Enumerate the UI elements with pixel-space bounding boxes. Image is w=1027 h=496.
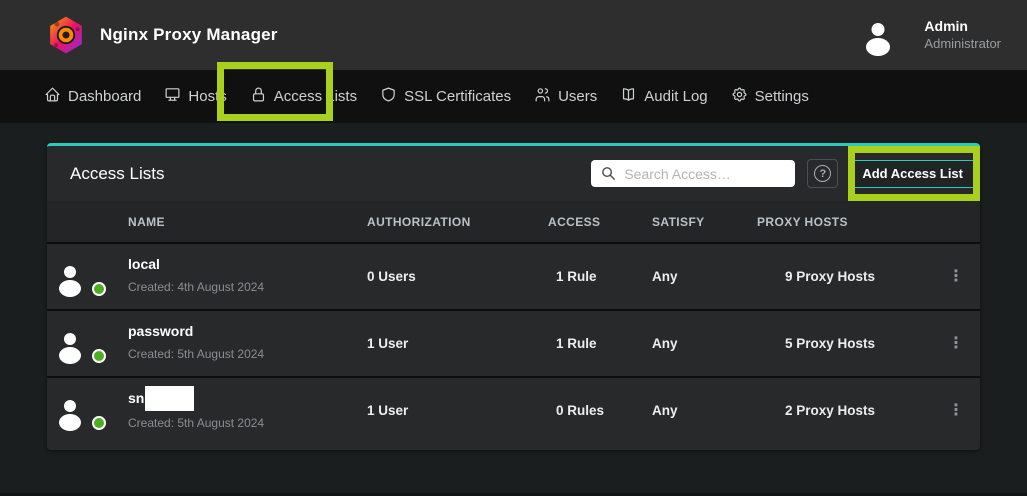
satisfy-value: Any (652, 403, 757, 418)
access-value: 1 Rule (548, 269, 652, 284)
access-value: 0 Rules (548, 403, 652, 418)
app-title: Nginx Proxy Manager (100, 25, 278, 45)
access-list-name: sn (128, 388, 144, 409)
nav-item-audit-log[interactable]: Audit Log (620, 86, 707, 107)
row-menu-icon[interactable]: ⋮ (948, 403, 980, 419)
column-header-access: ACCESS (548, 215, 652, 229)
proxy-hosts-value: 9 Proxy Hosts (757, 269, 948, 284)
search-input[interactable] (591, 160, 795, 187)
nav-label: SSL Certificates (404, 88, 511, 105)
proxy-hosts-value: 2 Proxy Hosts (757, 403, 948, 418)
row-menu-icon[interactable]: ⋮ (948, 269, 980, 285)
created-date: Created: 5th August 2024 (128, 416, 264, 430)
user-role: Administrator (924, 36, 1001, 52)
satisfy-value: Any (652, 336, 757, 351)
access-value: 1 Rule (548, 336, 652, 351)
app-header: Nginx Proxy Manager Admin Administrator (0, 0, 1027, 70)
help-button[interactable]: ? (807, 159, 838, 188)
satisfy-value: Any (652, 269, 757, 284)
created-date: Created: 4th August 2024 (128, 280, 264, 294)
column-header-name: NAME (47, 215, 367, 229)
nav-item-hosts[interactable]: Hosts (164, 86, 226, 107)
access-lists-panel: Access Lists ? Add Access List NAME AUTH… (47, 143, 980, 450)
user-menu[interactable]: Admin Administrator (878, 17, 1001, 53)
user-name: Admin (924, 18, 1001, 36)
authorization-value: 0 Users (367, 269, 548, 284)
column-header-proxy-hosts: PROXY HOSTS (757, 215, 948, 229)
page-title: Access Lists (70, 164, 164, 184)
nav-item-dashboard[interactable]: Dashboard (44, 86, 141, 107)
proxy-hosts-value: 5 Proxy Hosts (757, 336, 948, 351)
online-status-dot (92, 282, 106, 296)
nav-label: Settings (755, 88, 809, 105)
column-header-authorization: AUTHORIZATION (367, 215, 548, 229)
home-icon (44, 86, 61, 107)
add-access-list-button[interactable]: Add Access List (848, 160, 977, 188)
created-date: Created: 5th August 2024 (128, 347, 264, 361)
search-wrap (591, 160, 795, 187)
access-list-name: local (128, 254, 264, 275)
online-status-dot (92, 416, 106, 430)
redaction-box (145, 386, 194, 411)
main-nav: Dashboard Hosts Access Lists SSL Certifi… (0, 70, 1027, 123)
nav-label: Dashboard (68, 88, 141, 105)
authorization-value: 1 User (367, 336, 548, 351)
question-icon: ? (814, 165, 831, 182)
access-list-name: password (128, 321, 264, 342)
nav-label: Users (558, 88, 597, 105)
table-row[interactable]: sn Created: 5th August 2024 1 User 0 Rul… (47, 376, 980, 443)
panel-header: Access Lists ? Add Access List (47, 146, 980, 201)
column-header-satisfy: SATISFY (652, 215, 757, 229)
nav-item-access-lists[interactable]: Access Lists (250, 86, 357, 107)
authorization-value: 1 User (367, 403, 548, 418)
nginx-proxy-manager-logo-icon (46, 15, 86, 55)
nav-label: Audit Log (644, 88, 707, 105)
shield-icon (380, 86, 397, 107)
nav-item-settings[interactable]: Settings (731, 86, 809, 107)
nav-item-ssl-certificates[interactable]: SSL Certificates (380, 86, 511, 107)
table-row[interactable]: password Created: 5th August 2024 1 User… (47, 309, 980, 376)
book-icon (620, 86, 637, 107)
nav-item-users[interactable]: Users (534, 86, 597, 107)
table-header-row: NAME AUTHORIZATION ACCESS SATISFY PROXY … (47, 201, 980, 242)
gear-icon (731, 86, 748, 107)
monitor-icon (164, 86, 181, 107)
online-status-dot (92, 349, 106, 363)
nav-label: Access Lists (274, 88, 357, 105)
nav-label: Hosts (188, 88, 226, 105)
table-row[interactable]: local Created: 4th August 2024 0 Users 1… (47, 242, 980, 309)
lock-icon (250, 86, 267, 107)
row-menu-icon[interactable]: ⋮ (948, 336, 980, 352)
users-icon (534, 86, 551, 107)
